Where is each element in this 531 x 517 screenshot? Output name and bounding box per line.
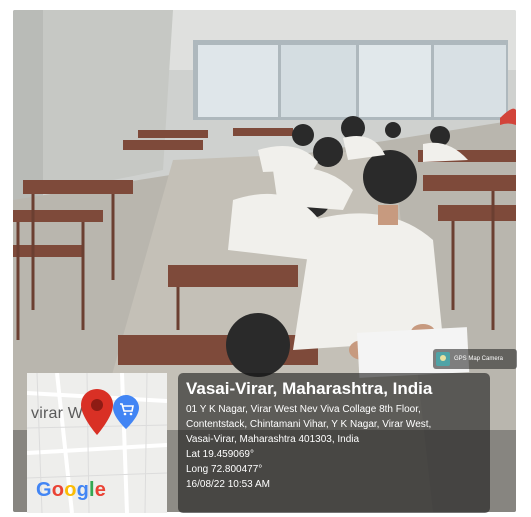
photo-frame: virar W Google GPS Map Camera Vasai-Vira… — [0, 0, 531, 517]
map-thumbnail: virar W Google — [27, 373, 167, 513]
address-line-3: Vasai-Virar, Maharashtra 401303, India — [186, 434, 360, 445]
gps-camera-label: GPS Map Camera — [454, 356, 504, 362]
gps-camera-badge: GPS Map Camera — [433, 349, 517, 369]
camera-app-icon — [436, 352, 450, 366]
google-logo: Google — [36, 479, 107, 501]
latitude-value: Lat 19.459069° — [186, 449, 254, 460]
location-overlay: Vasai-Virar, Maharashtra, India 01 Y K N… — [178, 373, 490, 513]
map-pin-icon — [81, 389, 113, 435]
address-line-1: 01 Y K Nagar, Virar West Nev Viva Collag… — [186, 404, 421, 415]
timestamp: 16/08/22 10:53 AM — [186, 479, 270, 490]
address-line-2: Contentstack, Chintamani Vihar, Y K Naga… — [186, 419, 432, 430]
shopping-pin-icon — [113, 395, 139, 429]
map-town-label: virar W — [31, 405, 84, 422]
longitude-value: Long 72.800477° — [186, 464, 263, 475]
location-title: Vasai-Virar, Maharashtra, India — [186, 379, 433, 398]
